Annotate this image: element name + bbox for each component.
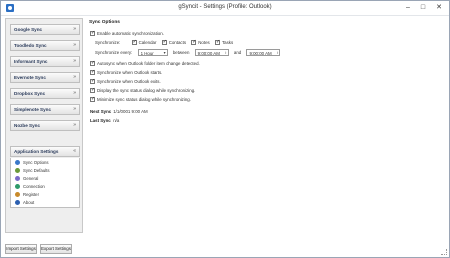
tasks-label: Tasks bbox=[221, 40, 234, 46]
chevron-down-icon: » bbox=[73, 74, 76, 80]
sidebar-item-label: Sync Defaults bbox=[23, 168, 50, 173]
sidebar-header-evernote-sync[interactable]: Evernote Sync » bbox=[10, 72, 80, 83]
autosync-change-row: Autosync when Outlook folder item change… bbox=[90, 60, 200, 67]
interval-value: 1 Hour bbox=[140, 51, 154, 56]
calendar-label: Calendar bbox=[138, 40, 157, 46]
minimize-status-checkbox[interactable] bbox=[90, 96, 95, 103]
sync-interval-row: Synchronize every: 1 Hour ▾ between 9:00:… bbox=[95, 49, 281, 56]
application-settings-panel: Sync Options Sync Defaults General Conne… bbox=[10, 158, 80, 208]
last-sync-label: Last Sync bbox=[90, 118, 111, 124]
title-bar: gSyncit - Settings (Profile: Outlook) – … bbox=[1, 1, 449, 16]
sync-every-label: Synchronize every: bbox=[95, 50, 133, 55]
header-label: Nozbe Sync bbox=[14, 123, 41, 128]
sync-on-exit-checkbox[interactable] bbox=[90, 78, 95, 85]
next-sync-value: 1/1/0001 9:00 AM bbox=[113, 109, 148, 115]
end-time-picker[interactable]: 9:00:00 AM ↕ bbox=[246, 49, 281, 56]
chevron-down-icon: » bbox=[73, 90, 76, 96]
display-status-checkbox[interactable] bbox=[90, 87, 95, 94]
settings-window: gSyncit - Settings (Profile: Outlook) – … bbox=[0, 0, 450, 258]
defaults-icon bbox=[15, 168, 20, 173]
start-time-value: 9:00:00 AM bbox=[197, 51, 220, 56]
sidebar-header-nozbe-sync[interactable]: Nozbe Sync » bbox=[10, 120, 80, 131]
chevron-down-icon: » bbox=[73, 26, 76, 32]
header-label: Dropbox Sync bbox=[14, 91, 46, 96]
connection-icon bbox=[15, 184, 20, 189]
sidebar-header-google-sync[interactable]: Google Sync » bbox=[10, 24, 80, 35]
header-label: Google Sync bbox=[14, 27, 43, 32]
sync-options-panel: Sync Options Enable automatic synchroniz… bbox=[87, 18, 447, 233]
minimize-status-row: Minimize sync status dialog while synchr… bbox=[90, 96, 191, 103]
notes-label: Notes bbox=[198, 40, 210, 46]
sync-on-start-checkbox[interactable] bbox=[90, 69, 95, 76]
sidebar-item-label: General bbox=[23, 176, 39, 181]
display-status-row: Display the sync status dialog while syn… bbox=[90, 87, 196, 94]
chevron-down-icon: » bbox=[73, 58, 76, 64]
header-label: Informant Sync bbox=[14, 59, 48, 64]
last-sync-row: Last Sync n/a bbox=[90, 118, 119, 123]
export-settings-button[interactable]: Export Settings bbox=[40, 244, 72, 254]
between-label: between bbox=[172, 50, 190, 55]
calendar-checkbox[interactable] bbox=[131, 39, 137, 46]
import-settings-button[interactable]: Import Settings bbox=[5, 244, 37, 254]
synchronize-label: Synchronize: bbox=[95, 40, 121, 46]
last-sync-value: n/a bbox=[113, 118, 120, 124]
sync-on-start-row: Synchronize when Outlook starts. bbox=[90, 69, 163, 76]
sync-on-exit-label: Synchronize when Outlook exits. bbox=[97, 79, 161, 85]
sidebar-header-simplenote-sync[interactable]: Simplenote Sync » bbox=[10, 104, 80, 115]
contacts-label: Contacts bbox=[168, 40, 187, 46]
sidebar-item-label: Register bbox=[23, 192, 40, 197]
sidebar: Google Sync » Toodledo Sync » Informant … bbox=[5, 18, 83, 233]
spinner-icon: ↕ bbox=[224, 50, 227, 55]
sidebar-header-toodledo-sync[interactable]: Toodledo Sync » bbox=[10, 40, 80, 51]
contacts-checkbox[interactable] bbox=[161, 39, 167, 46]
section-title: Sync Options bbox=[89, 20, 120, 25]
register-icon bbox=[15, 192, 20, 197]
close-button[interactable]: ✕ bbox=[432, 2, 446, 13]
enable-auto-sync-checkbox[interactable] bbox=[90, 30, 95, 37]
maximize-button[interactable]: □ bbox=[416, 2, 430, 13]
sync-icon bbox=[15, 160, 20, 165]
chevron-up-icon: « bbox=[73, 148, 76, 154]
autosync-change-checkbox[interactable] bbox=[90, 60, 95, 67]
sidebar-item-label: About bbox=[23, 200, 35, 205]
tasks-checkbox[interactable] bbox=[214, 39, 220, 46]
chevron-down-icon: » bbox=[73, 122, 76, 128]
and-label: and bbox=[233, 50, 242, 55]
general-icon bbox=[15, 176, 20, 181]
minimize-button[interactable]: – bbox=[401, 2, 415, 13]
autosync-change-label: Autosync when Outlook folder item change… bbox=[97, 61, 200, 67]
minimize-status-label: Minimize sync status dialog while synchr… bbox=[97, 97, 191, 103]
display-status-label: Display the sync status dialog while syn… bbox=[97, 88, 196, 94]
info-icon bbox=[15, 200, 20, 205]
header-label: Toodledo Sync bbox=[14, 43, 47, 48]
spinner-icon: ↕ bbox=[276, 50, 279, 55]
window-title: gSyncit - Settings (Profile: Outlook) bbox=[178, 4, 272, 10]
interval-select[interactable]: 1 Hour ▾ bbox=[137, 49, 168, 56]
end-time-value: 9:00:00 AM bbox=[249, 51, 272, 56]
notes-checkbox[interactable] bbox=[191, 39, 196, 46]
sync-types-row: Synchronize: Calendar Contacts Notes Tas… bbox=[95, 39, 234, 46]
next-sync-label: Next Sync bbox=[90, 109, 112, 115]
chevron-down-icon: » bbox=[73, 42, 76, 48]
sidebar-header-dropbox-sync[interactable]: Dropbox Sync » bbox=[10, 88, 80, 99]
enable-auto-sync-label: Enable automatic synchronization. bbox=[97, 31, 164, 37]
header-label: Simplenote Sync bbox=[14, 107, 52, 112]
chevron-down-icon: » bbox=[73, 106, 76, 112]
enable-auto-sync-row: Enable automatic synchronization. bbox=[90, 30, 164, 37]
sidebar-header-application-settings[interactable]: Application Settings « bbox=[10, 146, 80, 157]
header-label: Evernote Sync bbox=[14, 75, 46, 80]
sync-on-exit-row: Synchronize when Outlook exits. bbox=[90, 78, 161, 85]
sidebar-header-informant-sync[interactable]: Informant Sync » bbox=[10, 56, 80, 67]
sidebar-item-label: Connection bbox=[23, 184, 45, 189]
resize-grip[interactable] bbox=[441, 249, 447, 255]
header-label: Application Settings bbox=[14, 149, 59, 154]
next-sync-row: Next Sync 1/1/0001 9:00 AM bbox=[90, 109, 148, 114]
chevron-down-icon: ▾ bbox=[163, 50, 166, 55]
sidebar-item-label: Sync Options bbox=[23, 160, 49, 165]
sync-on-start-label: Synchronize when Outlook starts. bbox=[97, 70, 163, 76]
start-time-picker[interactable]: 9:00:00 AM ↕ bbox=[194, 49, 229, 56]
